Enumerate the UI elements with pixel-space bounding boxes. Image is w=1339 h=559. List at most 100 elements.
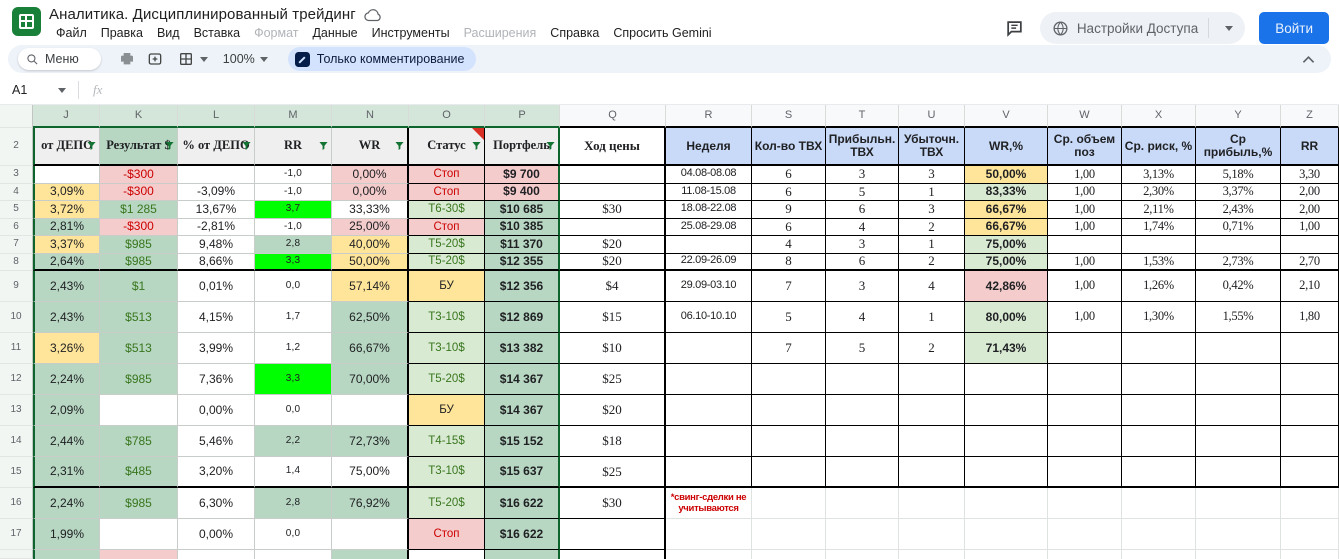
cell-O5[interactable]: Т6-30$: [409, 201, 485, 219]
cell-K6[interactable]: -$300: [100, 219, 178, 237]
cell-X8[interactable]: 1,53%: [1122, 254, 1196, 272]
cell-Q14[interactable]: $18: [560, 426, 666, 457]
cell-W14[interactable]: [1048, 426, 1122, 457]
comment-only-mode-chip[interactable]: Только комментирование: [288, 47, 477, 71]
cell-N2[interactable]: WR: [332, 128, 409, 166]
cell-O3[interactable]: Стоп: [409, 166, 485, 184]
row-header-5[interactable]: 5: [0, 201, 33, 219]
cell-Z16[interactable]: [1281, 488, 1339, 519]
cell-N6[interactable]: 25,00%: [332, 219, 409, 237]
cell-U3[interactable]: 3: [899, 166, 965, 184]
cell-Z5[interactable]: 2,00: [1281, 201, 1339, 219]
cell-Y14[interactable]: [1196, 426, 1281, 457]
cell-R5[interactable]: 18.08-22.08: [666, 201, 752, 219]
cell-J18[interactable]: [33, 550, 100, 559]
cell-L9[interactable]: 0,01%: [178, 271, 255, 302]
cell-Y8[interactable]: 2,73%: [1196, 254, 1281, 272]
cell-V16[interactable]: [965, 488, 1048, 519]
cell-Z15[interactable]: [1281, 457, 1339, 488]
cell-R6[interactable]: 25.08-29.08: [666, 219, 752, 237]
cell-P11[interactable]: $13 382: [485, 333, 560, 364]
row-header-14[interactable]: 14: [0, 426, 33, 457]
row-header-16[interactable]: 16: [0, 488, 33, 519]
cell-Z7[interactable]: [1281, 236, 1339, 254]
cell-T4[interactable]: 5: [826, 184, 899, 202]
cell-W9[interactable]: 1,00: [1048, 271, 1122, 302]
cell-T7[interactable]: 3: [826, 236, 899, 254]
row-header-7[interactable]: 7: [0, 236, 33, 254]
row-header-17[interactable]: 17: [0, 519, 33, 550]
cell-O18[interactable]: [409, 550, 485, 559]
cell-O15[interactable]: Т3-10$: [409, 457, 485, 488]
cell-L2[interactable]: % от ДЕПО: [178, 128, 255, 166]
cell-W17[interactable]: [1048, 519, 1122, 550]
cell-U9[interactable]: 4: [899, 271, 965, 302]
cell-O6[interactable]: Стоп: [409, 219, 485, 237]
column-header-N[interactable]: N: [332, 105, 409, 128]
cell-R13[interactable]: [666, 395, 752, 426]
cell-L5[interactable]: 13,67%: [178, 201, 255, 219]
cell-M8[interactable]: 3,3: [255, 254, 332, 272]
cell-P8[interactable]: $12 355: [485, 254, 560, 272]
column-header-P[interactable]: P: [485, 105, 560, 128]
cell-N17[interactable]: [332, 519, 409, 550]
cell-O4[interactable]: Стоп: [409, 184, 485, 202]
cell-J13[interactable]: 2,09%: [33, 395, 100, 426]
cell-Z14[interactable]: [1281, 426, 1339, 457]
cell-L17[interactable]: 0,00%: [178, 519, 255, 550]
filter-icon[interactable]: [546, 142, 555, 151]
cell-Z9[interactable]: 2,10: [1281, 271, 1339, 302]
cell-U13[interactable]: [899, 395, 965, 426]
cell-V3[interactable]: 50,00%: [965, 166, 1048, 184]
cell-R11[interactable]: [666, 333, 752, 364]
column-header-W[interactable]: W: [1048, 105, 1122, 128]
cell-R4[interactable]: 11.08-15.08: [666, 184, 752, 202]
cell-M6[interactable]: -1,0: [255, 219, 332, 237]
cell-L10[interactable]: 4,15%: [178, 302, 255, 333]
column-header-V[interactable]: V: [965, 105, 1048, 128]
cell-K8[interactable]: $985: [100, 254, 178, 272]
cell-V12[interactable]: [965, 364, 1048, 395]
row-header-8[interactable]: 8: [0, 254, 33, 272]
cell-J6[interactable]: 2,81%: [33, 219, 100, 237]
cell-W4[interactable]: 1,00: [1048, 184, 1122, 202]
cell-K18[interactable]: [100, 550, 178, 559]
cell-N10[interactable]: 62,50%: [332, 302, 409, 333]
cell-O14[interactable]: Т4-15$: [409, 426, 485, 457]
cell-S15[interactable]: [752, 457, 826, 488]
cell-R3[interactable]: 04.08-08.08: [666, 166, 752, 184]
cell-X5[interactable]: 2,11%: [1122, 201, 1196, 219]
cell-P15[interactable]: $15 637: [485, 457, 560, 488]
cell-J14[interactable]: 2,44%: [33, 426, 100, 457]
cell-Z12[interactable]: [1281, 364, 1339, 395]
cell-O2[interactable]: Статус: [409, 128, 485, 166]
column-header-M[interactable]: M: [255, 105, 332, 128]
cell-L4[interactable]: -3,09%: [178, 184, 255, 202]
cell-Q8[interactable]: $20: [560, 254, 666, 272]
filter-icon[interactable]: [395, 142, 404, 151]
cell-Q5[interactable]: $30: [560, 201, 666, 219]
cell-T11[interactable]: 5: [826, 333, 899, 364]
cell-M11[interactable]: 1,2: [255, 333, 332, 364]
cell-Z13[interactable]: [1281, 395, 1339, 426]
cell-Q10[interactable]: $15: [560, 302, 666, 333]
cell-Q11[interactable]: $10: [560, 333, 666, 364]
cell-V17[interactable]: [965, 519, 1048, 550]
cell-R16[interactable]: *свинг-сделки не учитываются: [666, 488, 752, 519]
cell-Q4[interactable]: [560, 184, 666, 202]
cell-L12[interactable]: 7,36%: [178, 364, 255, 395]
row-header-4[interactable]: 4: [0, 184, 33, 202]
row-header-10[interactable]: 10: [0, 302, 33, 333]
cell-K15[interactable]: $485: [100, 457, 178, 488]
cell-Y2[interactable]: Ср прибыль,%: [1196, 128, 1281, 166]
cell-V15[interactable]: [965, 457, 1048, 488]
cell-L11[interactable]: 3,99%: [178, 333, 255, 364]
cell-M9[interactable]: 0,0: [255, 271, 332, 302]
cell-K5[interactable]: $1 285: [100, 201, 178, 219]
cell-X10[interactable]: 1,30%: [1122, 302, 1196, 333]
cell-M13[interactable]: 0,0: [255, 395, 332, 426]
cell-M14[interactable]: 2,2: [255, 426, 332, 457]
cell-N13[interactable]: [332, 395, 409, 426]
cell-W2[interactable]: Ср. объем поз: [1048, 128, 1122, 166]
cell-S14[interactable]: [752, 426, 826, 457]
